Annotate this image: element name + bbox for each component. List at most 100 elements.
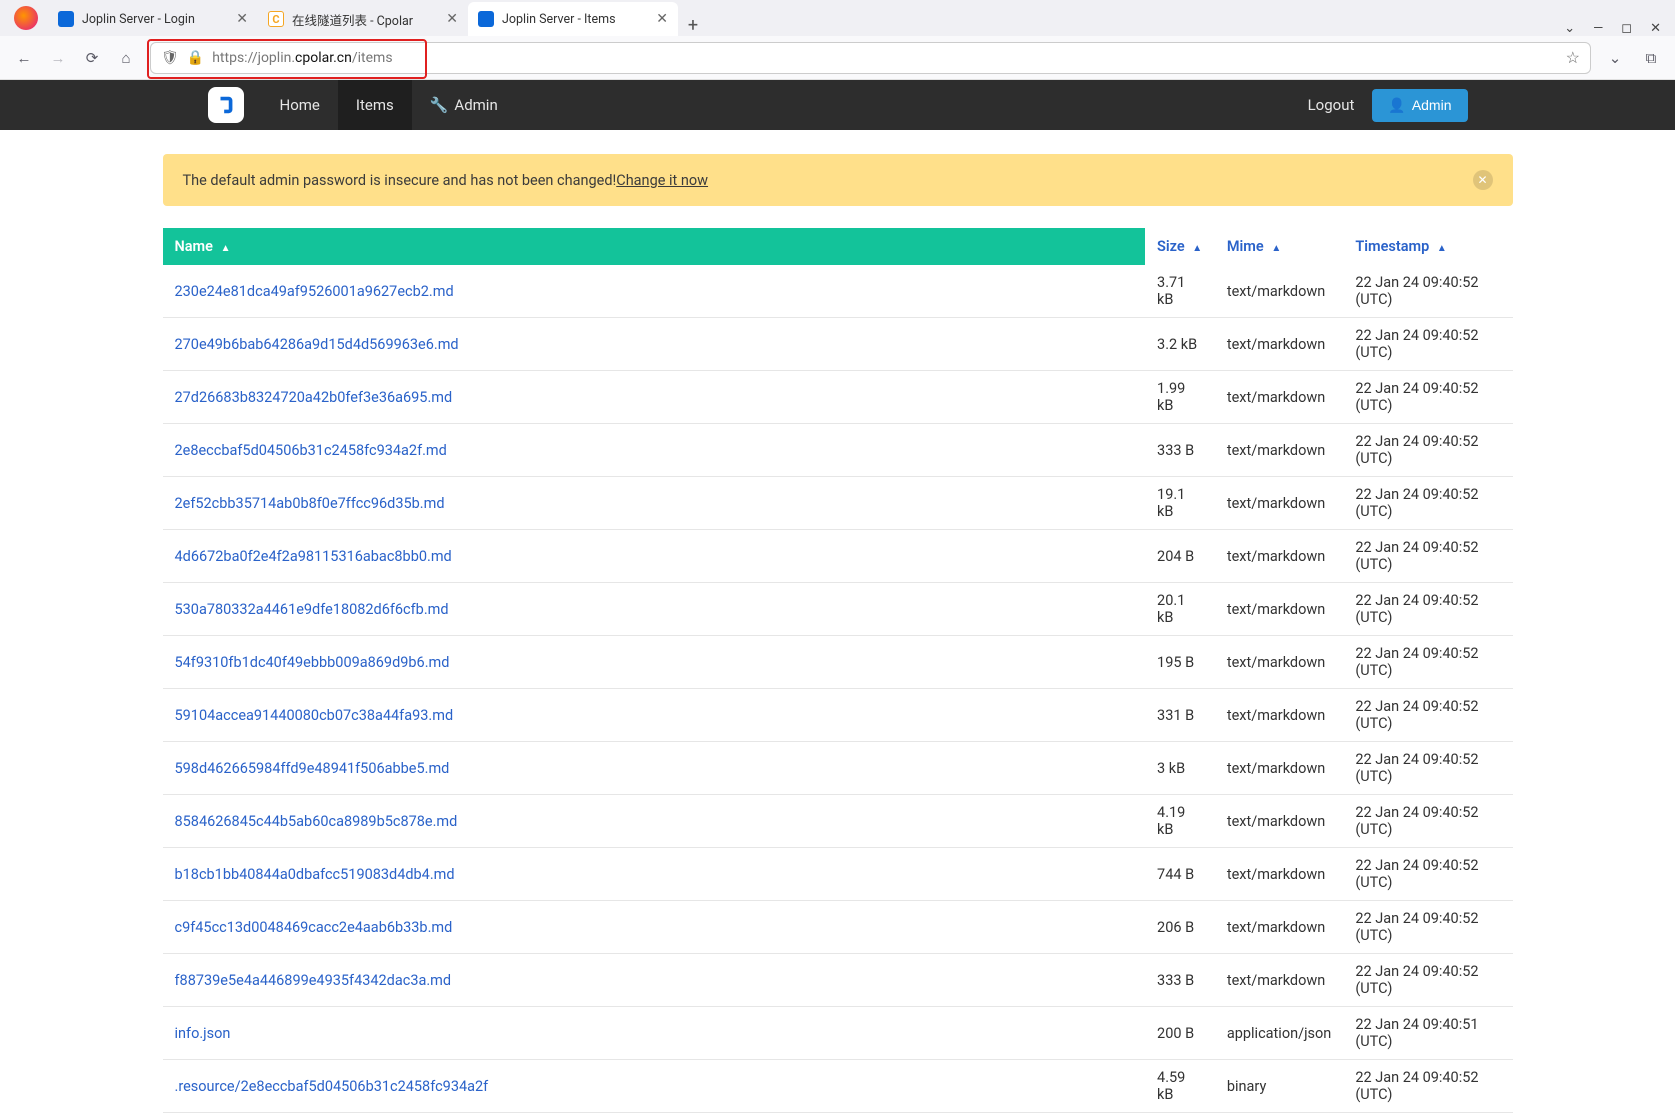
item-timestamp: 22 Jan 24 09:40:52 (UTC)	[1343, 848, 1512, 901]
item-mime: text/markdown	[1215, 901, 1343, 954]
nav-admin-label: Admin	[454, 96, 497, 114]
tabs-dropdown-icon[interactable]: ⌄	[1564, 21, 1575, 36]
table-row: 2ef52cbb35714ab0b8f0e7ffcc96d35b.md 19.1 …	[163, 477, 1513, 530]
close-alert-icon[interactable]: ✕	[1473, 170, 1493, 190]
item-link[interactable]: f88739e5e4a446899e4935f4342dac3a.md	[175, 972, 452, 989]
item-link[interactable]: 4d6672ba0f2e4f2a98115316abac8bb0.md	[175, 548, 452, 565]
bookmark-star-icon[interactable]: ☆	[1566, 48, 1580, 67]
table-row: 598d462665984ffd9e48941f506abbe5.md 3 kBt…	[163, 742, 1513, 795]
item-size: 3 kB	[1145, 742, 1215, 795]
nav-items[interactable]: Items	[338, 80, 412, 130]
item-link[interactable]: 270e49b6bab64286a9d15d4d569963e6.md	[175, 336, 459, 353]
items-table: Name ▲ Size ▲ Mime ▲ Timestamp ▲ 230e24e…	[163, 228, 1513, 1113]
item-link[interactable]: 598d462665984ffd9e48941f506abbe5.md	[175, 760, 450, 777]
item-link[interactable]: 2e8eccbaf5d04506b31c2458fc934a2f.md	[175, 442, 447, 459]
item-mime: application/json	[1215, 1007, 1343, 1060]
th-timestamp[interactable]: Timestamp ▲	[1343, 228, 1512, 265]
lock-icon[interactable]: 🔒	[187, 50, 204, 66]
item-timestamp: 22 Jan 24 09:40:52 (UTC)	[1343, 265, 1512, 318]
window-minimize-icon[interactable]: ―	[1593, 21, 1603, 36]
th-name-label: Name	[175, 238, 213, 255]
back-icon[interactable]: ←	[14, 49, 34, 67]
item-timestamp: 22 Jan 24 09:40:52 (UTC)	[1343, 901, 1512, 954]
logout-link[interactable]: Logout	[1308, 96, 1355, 114]
th-size-label: Size	[1157, 238, 1185, 255]
address-bar[interactable]: 🛡 🔒 https://joplin.cpolar.cn/items ☆	[150, 42, 1591, 74]
th-ts-label: Timestamp	[1355, 238, 1429, 255]
item-mime: text/markdown	[1215, 530, 1343, 583]
item-timestamp: 22 Jan 24 09:40:52 (UTC)	[1343, 742, 1512, 795]
item-link[interactable]: 8584626845c44b5ab60ca8989b5c878e.md	[175, 813, 458, 830]
item-timestamp: 22 Jan 24 09:40:51 (UTC)	[1343, 1007, 1512, 1060]
extensions-icon[interactable]: ⧉	[1641, 49, 1661, 67]
th-mime[interactable]: Mime ▲	[1215, 228, 1343, 265]
table-row: f88739e5e4a446899e4935f4342dac3a.md 333 B…	[163, 954, 1513, 1007]
sort-asc-icon: ▲	[1192, 243, 1202, 254]
shield-icon[interactable]: 🛡	[161, 50, 179, 66]
item-size: 20.1 kB	[1145, 583, 1215, 636]
window-close-icon[interactable]: ✕	[1650, 21, 1661, 36]
item-link[interactable]: 530a780332a4461e9dfe18082d6f6cfb.md	[175, 601, 449, 618]
th-size[interactable]: Size ▲	[1145, 228, 1215, 265]
item-size: 333 B	[1145, 954, 1215, 1007]
item-timestamp: 22 Jan 24 09:40:52 (UTC)	[1343, 583, 1512, 636]
item-link[interactable]: 230e24e81dca49af9526001a9627ecb2.md	[175, 283, 454, 300]
item-size: 333 B	[1145, 424, 1215, 477]
item-link[interactable]: b18cb1bb40844a0dbafcc519083d4db4.md	[175, 866, 455, 883]
reload-icon[interactable]: ⟳	[82, 49, 102, 67]
table-row: 4d6672ba0f2e4f2a98115316abac8bb0.md 204 B…	[163, 530, 1513, 583]
item-mime: binary	[1215, 1060, 1343, 1113]
tab-title: 在线隧道列表 - Cpolar	[292, 10, 438, 29]
pocket-icon[interactable]: ⌄	[1605, 49, 1625, 67]
item-link[interactable]: .resource/2e8eccbaf5d04506b31c2458fc934a…	[175, 1078, 489, 1095]
window-maximize-icon[interactable]: ◻	[1621, 21, 1632, 36]
nav-home[interactable]: Home	[262, 80, 338, 130]
item-link[interactable]: c9f45cc13d0048469cacc2e4aab6b33b.md	[175, 919, 453, 936]
table-row: 230e24e81dca49af9526001a9627ecb2.md3.71 …	[163, 265, 1513, 318]
item-timestamp: 22 Jan 24 09:40:52 (UTC)	[1343, 954, 1512, 1007]
item-link[interactable]: info.json	[175, 1025, 231, 1042]
joplin-favicon-icon	[58, 11, 74, 27]
item-size: 3.2 kB	[1145, 318, 1215, 371]
forward-icon[interactable]: →	[48, 49, 68, 67]
nav-admin[interactable]: 🔧 Admin	[412, 80, 516, 130]
tab-close-icon[interactable]: ✕	[656, 11, 668, 27]
item-size: 19.1 kB	[1145, 477, 1215, 530]
browser-tab[interactable]: C在线隧道列表 - Cpolar✕	[258, 2, 468, 36]
tab-close-icon[interactable]: ✕	[236, 11, 248, 27]
item-timestamp: 22 Jan 24 09:40:52 (UTC)	[1343, 689, 1512, 742]
item-mime: text/markdown	[1215, 742, 1343, 795]
admin-button[interactable]: 👤 Admin	[1372, 89, 1467, 122]
item-link[interactable]: 27d26683b8324720a42b0fef3e36a695.md	[175, 389, 453, 406]
app-navbar: Home Items 🔧 Admin Logout 👤 Admin	[0, 80, 1675, 130]
table-row: info.json200 Bapplication/json22 Jan 24 …	[163, 1007, 1513, 1060]
table-row: b18cb1bb40844a0dbafcc519083d4db4.md744 B…	[163, 848, 1513, 901]
table-row: 59104accea91440080cb07c38a44fa93.md 331 B…	[163, 689, 1513, 742]
table-row: 270e49b6bab64286a9d15d4d569963e6.md 3.2 k…	[163, 318, 1513, 371]
alert-link[interactable]: Change it now	[616, 172, 708, 189]
joplin-favicon-icon	[478, 11, 494, 27]
new-tab-button[interactable]: +	[678, 15, 708, 36]
item-link[interactable]: 59104accea91440080cb07c38a44fa93.md	[175, 707, 454, 724]
item-mime: text/markdown	[1215, 371, 1343, 424]
item-link[interactable]: 54f9310fb1dc40f49ebbb009a869d9b6.md	[175, 654, 450, 671]
warning-alert: The default admin password is insecure a…	[163, 154, 1513, 206]
item-link[interactable]: 2ef52cbb35714ab0b8f0e7ffcc96d35b.md	[175, 495, 445, 512]
item-mime: text/markdown	[1215, 583, 1343, 636]
table-row: c9f45cc13d0048469cacc2e4aab6b33b.md206 B…	[163, 901, 1513, 954]
item-mime: text/markdown	[1215, 424, 1343, 477]
home-icon[interactable]: ⌂	[116, 49, 136, 67]
th-name[interactable]: Name ▲	[163, 228, 1146, 265]
url-text: https://joplin.cpolar.cn/items	[212, 50, 392, 66]
admin-button-label: Admin	[1412, 97, 1452, 113]
tab-close-icon[interactable]: ✕	[446, 11, 458, 27]
item-size: 4.19 kB	[1145, 795, 1215, 848]
table-row: 530a780332a4461e9dfe18082d6f6cfb.md 20.1 …	[163, 583, 1513, 636]
joplin-logo-icon[interactable]	[208, 87, 244, 123]
browser-tab[interactable]: Joplin Server - Login✕	[48, 2, 258, 36]
item-size: 204 B	[1145, 530, 1215, 583]
th-mime-label: Mime	[1227, 238, 1264, 255]
item-size: 331 B	[1145, 689, 1215, 742]
tab-title: Joplin Server - Items	[502, 12, 648, 27]
browser-tab[interactable]: Joplin Server - Items ✕	[468, 2, 678, 36]
